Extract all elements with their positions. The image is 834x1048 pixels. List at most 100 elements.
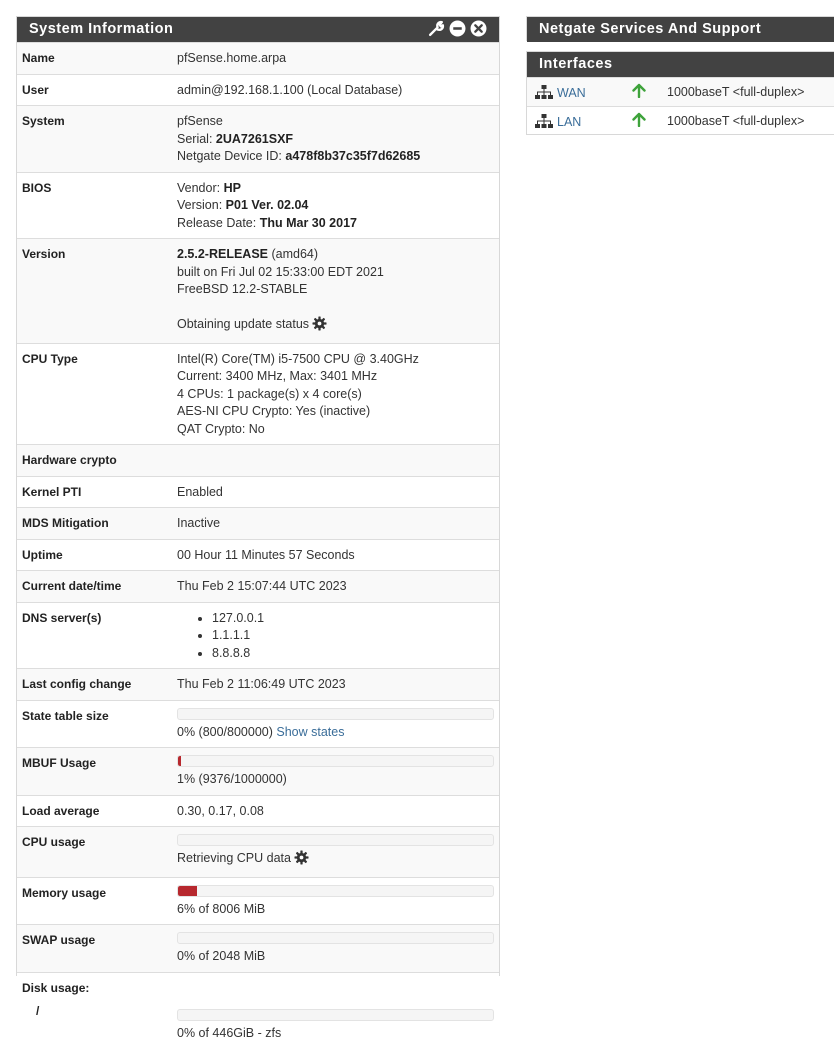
disk-label: Disk usage: (22, 980, 90, 995)
system-info-table: Name pfSense.home.arpa User admin@192.16… (17, 42, 499, 1048)
disk-label-cell: Disk usage: / (17, 971, 172, 1048)
memory-value: 6% of 8006 MiB (177, 901, 266, 916)
interface-media: 1000baseT <full-duplex> (659, 77, 834, 107)
row-datetime: Current date/time Thu Feb 2 15:07:44 UTC… (17, 570, 499, 602)
arrow-up-icon (632, 113, 646, 130)
datetime-value: Thu Feb 2 15:07:44 UTC 2023 (172, 570, 499, 602)
cpu-model: Intel(R) Core(TM) i5-7500 CPU @ 3.40GHz (177, 351, 419, 366)
panel-header-controls (428, 20, 487, 37)
row-cpu-type: CPU Type Intel(R) Core(TM) i5-7500 CPU @… (17, 342, 499, 445)
cpu-qat: QAT Crypto: No (177, 421, 265, 436)
disk-spacer (177, 980, 494, 1009)
update-status: Obtaining update status (177, 316, 494, 337)
row-name: Name pfSense.home.arpa (17, 42, 499, 74)
version-spacer (177, 299, 494, 317)
hw-crypto-value (172, 444, 499, 476)
minus-circle-icon[interactable] (449, 20, 466, 37)
load-label: Load average (17, 794, 172, 827)
swap-label: SWAP usage (17, 924, 172, 972)
gear-icon (312, 316, 327, 337)
version-arch: (amd64) (271, 247, 319, 261)
cpu-type-value: Intel(R) Core(TM) i5-7500 CPU @ 3.40GHz … (172, 342, 499, 445)
interface-name-cell: WAN (527, 77, 619, 107)
cpu-type-label: CPU Type (17, 342, 172, 445)
gear-icon (294, 850, 309, 871)
row-last-config: Last config change Thu Feb 2 11:06:49 UT… (17, 668, 499, 700)
system-serial: Serial: 2UA7261SXF (177, 131, 494, 149)
user-label: User (17, 73, 172, 106)
interfaces-table: WAN 1000baseT <full-duplex> LAN 1000base… (527, 77, 834, 136)
cpu-usage-cell: Retrieving CPU data (172, 826, 499, 877)
mbuf-value: 1% (9376/1000000) (177, 772, 287, 786)
netgate-services-panel: Netgate Services And Support (526, 16, 834, 42)
state-table-value: 0% (800/800000) (177, 724, 273, 739)
wrench-icon[interactable] (428, 20, 445, 37)
swap-cell: 0% of 2048 MiB (172, 924, 499, 972)
mbuf-label: MBUF Usage (17, 747, 172, 795)
kernel-pti-label: Kernel PTI (17, 475, 172, 508)
interface-media: 1000baseT <full-duplex> (659, 106, 834, 136)
dns-label: DNS server(s) (17, 601, 172, 669)
bios-vendor: Vendor: HP (177, 180, 494, 198)
cpu-usage-label: CPU usage (17, 826, 172, 877)
cpu-usage-progress (177, 834, 494, 846)
row-mbuf: MBUF Usage 1% (9376/1000000) (17, 747, 499, 795)
row-cpu-usage: CPU usage Retrieving CPU data (17, 826, 499, 877)
panel-title: System Information (29, 21, 174, 37)
user-value: admin@192.168.1.100 (Local Database) (172, 73, 499, 106)
cpu-freq: Current: 3400 MHz, Max: 3401 MHz (177, 369, 378, 383)
row-hardware-crypto: Hardware crypto (17, 444, 499, 476)
state-table-progress (177, 707, 494, 720)
netgate-services-header[interactable]: Netgate Services And Support (527, 17, 834, 42)
interface-link-lan[interactable]: LAN (557, 115, 581, 129)
dns-value: 127.0.0.1 1.1.1.1 8.8.8.8 (172, 601, 499, 669)
system-device-id: Netgate Device ID: a478f8b37c35f7d62685 (177, 148, 494, 166)
version-label: Version (17, 238, 172, 343)
arrow-up-icon (632, 83, 646, 101)
bios-date: Release Date: Thu Mar 30 2017 (177, 215, 494, 233)
row-mds: MDS Mitigation Inactive (17, 507, 499, 539)
close-circle-icon[interactable] (470, 20, 487, 37)
interface-row-wan: WAN 1000baseT <full-duplex> (527, 77, 834, 107)
dns-list: 127.0.0.1 1.1.1.1 8.8.8.8 (177, 610, 494, 663)
bios-version: Version: P01 Ver. 02.04 (177, 197, 494, 215)
row-system: System pfSense Serial: 2UA7261SXF Netgat… (17, 105, 499, 172)
row-state-table: State table size 0% (800/800000) Show st… (17, 699, 499, 748)
disk-value: 0% of 446GiB - zfs (177, 1025, 282, 1040)
swap-progress (177, 932, 494, 944)
bios-version-value: P01 Ver. 02.04 (225, 198, 309, 212)
dns-item: 127.0.0.1 (212, 610, 494, 628)
interface-name-cell: LAN (527, 106, 619, 136)
network-icon (535, 113, 557, 129)
netgate-services-title: Netgate Services And Support (539, 21, 762, 37)
row-load: Load average 0.30, 0.17, 0.08 (17, 794, 499, 827)
mbuf-cell: 1% (9376/1000000) (172, 747, 499, 795)
uptime-label: Uptime (17, 538, 172, 571)
hw-crypto-label: Hardware crypto (17, 444, 172, 476)
name-label: Name (17, 42, 172, 74)
bios-label: BIOS (17, 171, 172, 239)
interface-status-cell (619, 106, 659, 136)
bios-date-label: Release Date: (177, 215, 257, 230)
swap-value: 0% of 2048 MiB (177, 949, 266, 963)
show-states-link[interactable]: Show states (276, 725, 344, 739)
mbuf-progress-fill (178, 756, 182, 766)
mds-label: MDS Mitigation (17, 507, 172, 539)
row-kernel-pti: Kernel PTI Enabled (17, 475, 499, 508)
load-value: 0.30, 0.17, 0.08 (172, 794, 499, 827)
update-status-text: Obtaining update status (177, 317, 310, 331)
version-built: built on Fri Jul 02 15:33:00 EDT 2021 (177, 264, 384, 279)
cpu-usage-value: Retrieving CPU data (177, 851, 291, 865)
row-disk: Disk usage: / 0% of 446GiB - zfs (17, 971, 499, 1048)
interfaces-header: Interfaces (527, 52, 834, 77)
interface-link-wan[interactable]: WAN (557, 86, 586, 100)
disk-mount: / (36, 1004, 40, 1018)
bios-date-value: Thu Mar 30 2017 (259, 215, 357, 230)
row-memory: Memory usage 6% of 8006 MiB (17, 876, 499, 925)
interface-status-cell (619, 77, 659, 107)
cpu-count: 4 CPUs: 1 package(s) x 4 core(s) (177, 386, 362, 401)
state-table-cell: 0% (800/800000) Show states (172, 699, 499, 748)
name-value: pfSense.home.arpa (172, 42, 499, 74)
bios-value: Vendor: HP Version: P01 Ver. 02.04 Relea… (172, 171, 499, 239)
system-information-header: System Information (17, 17, 499, 42)
